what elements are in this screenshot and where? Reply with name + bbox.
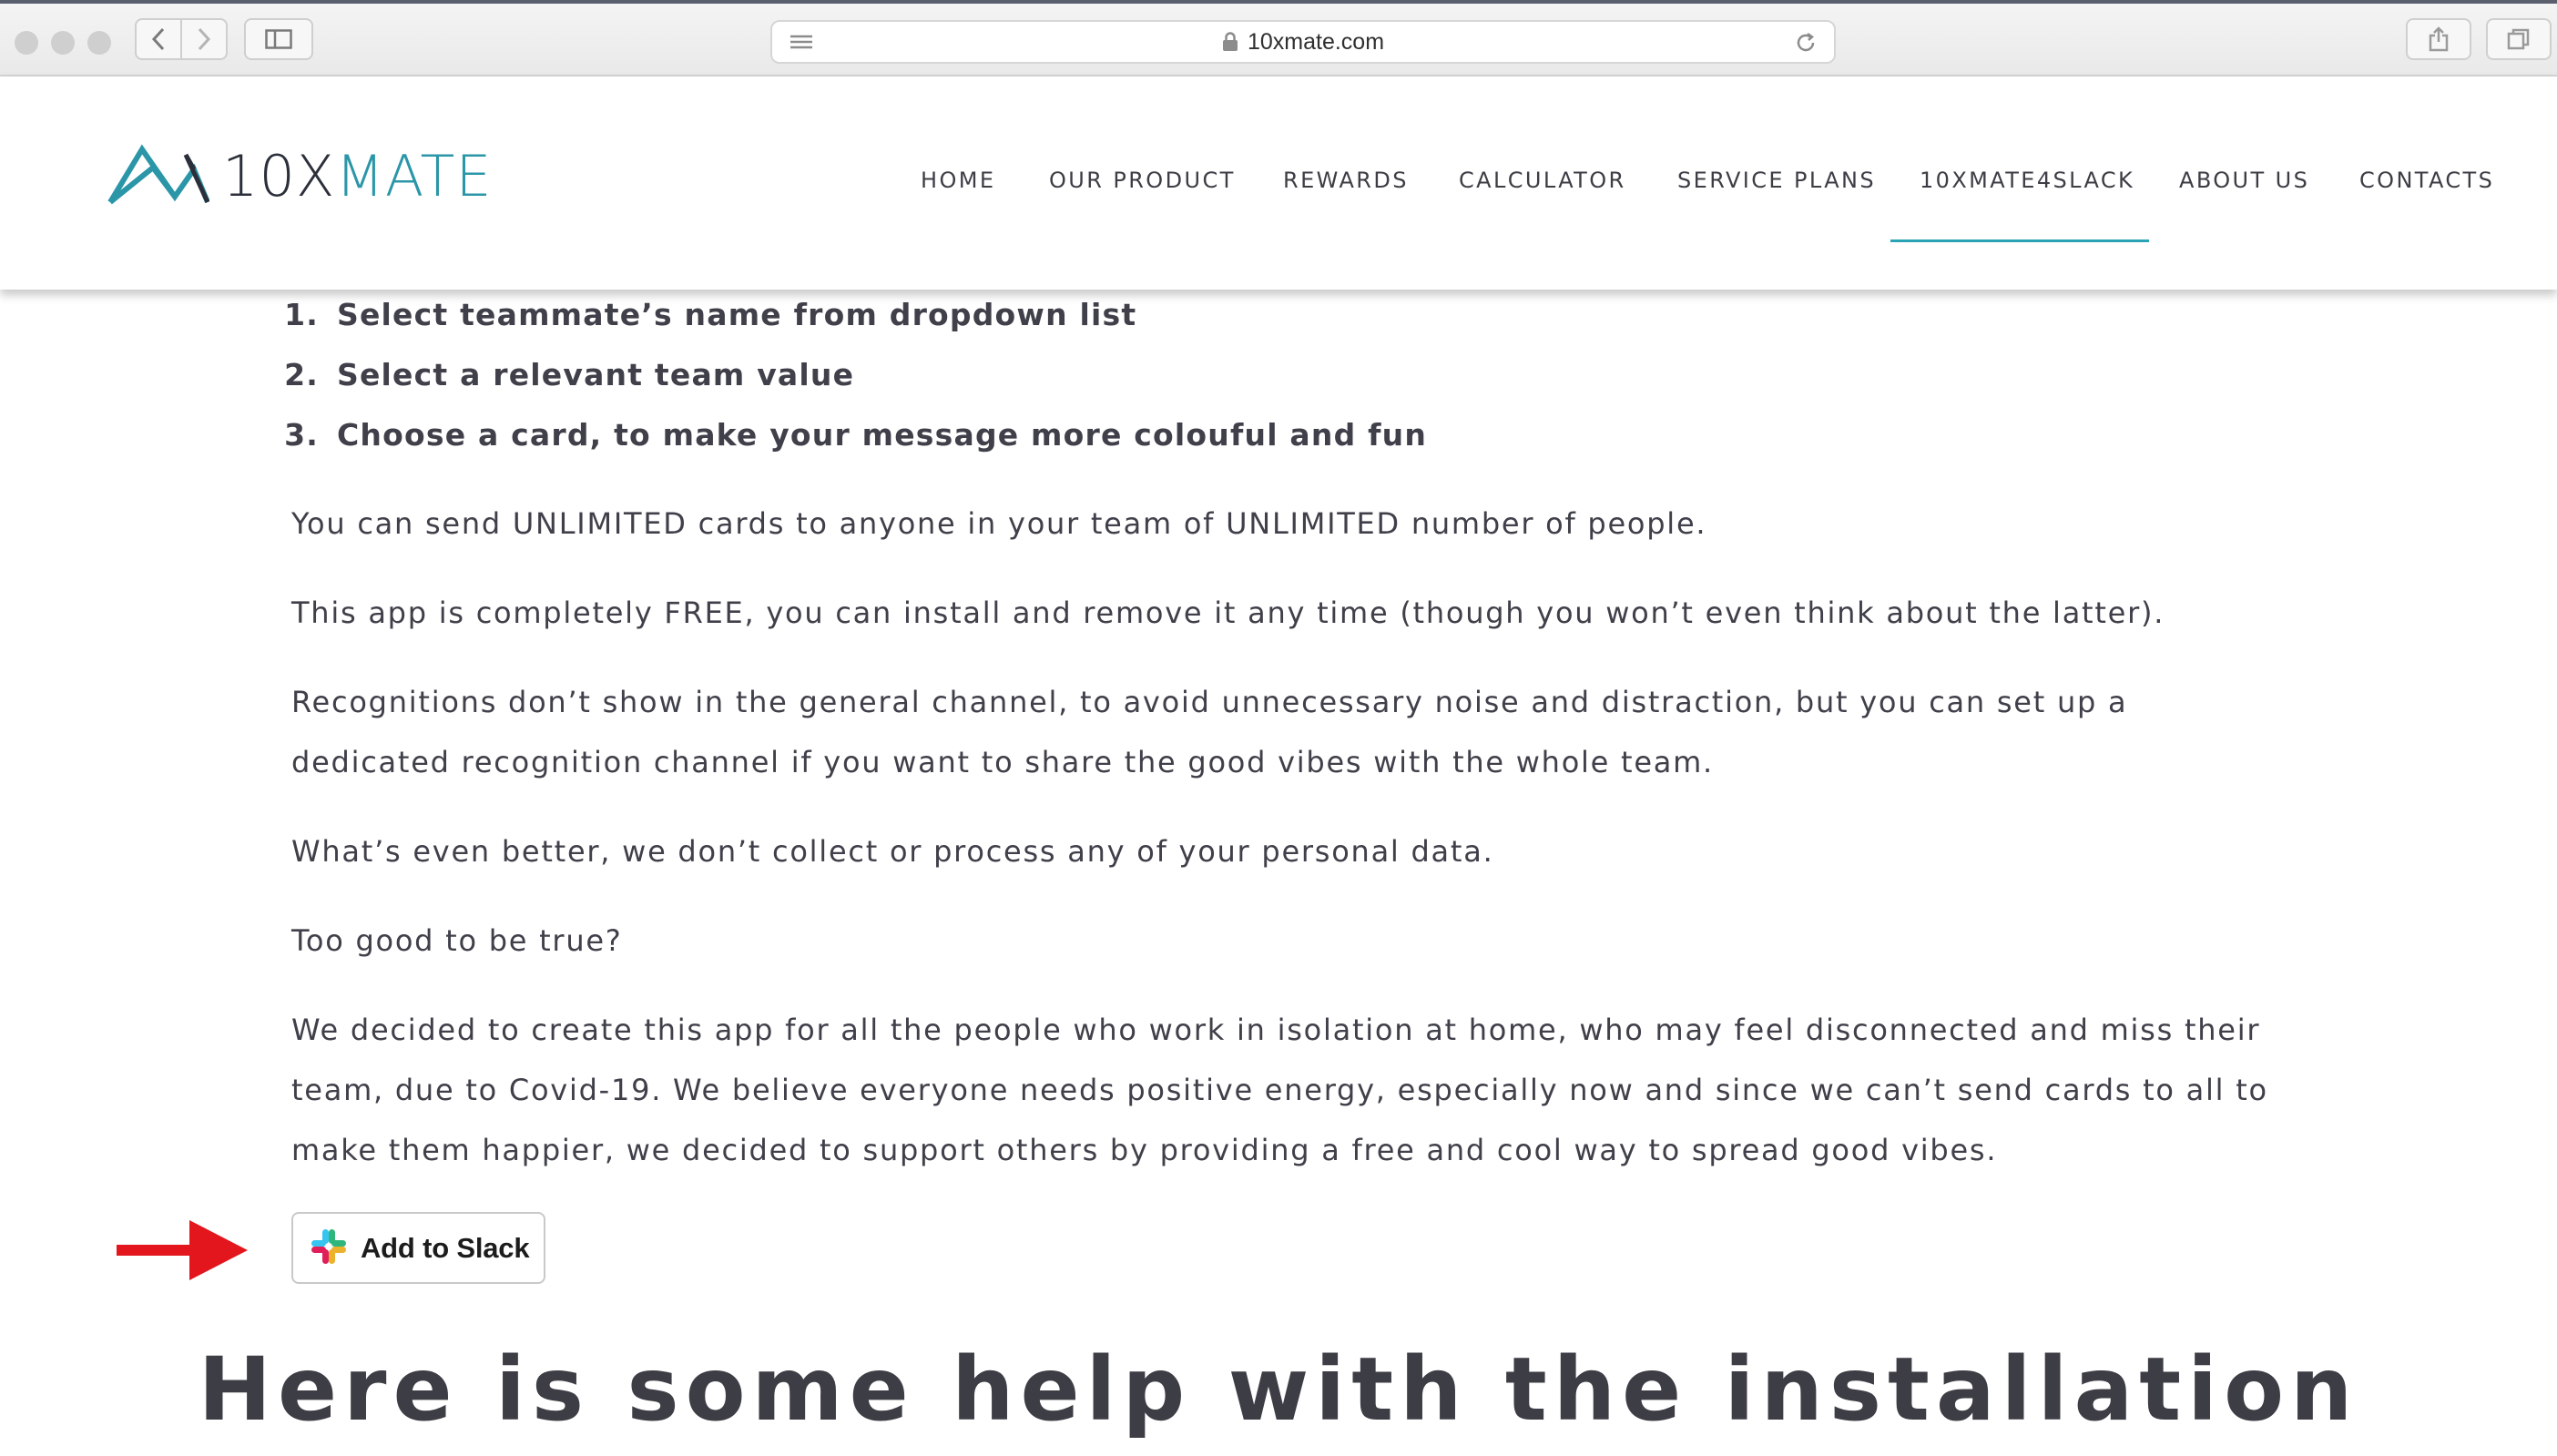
sidebar-button[interactable] bbox=[244, 18, 313, 60]
installation-help-heading: Here is some help with the installation bbox=[198, 1339, 2359, 1441]
address-bar[interactable]: 10xmate.com bbox=[770, 20, 1836, 64]
nav-calculator[interactable]: CALCULATOR bbox=[1459, 168, 1626, 193]
forward-button[interactable] bbox=[180, 18, 228, 60]
paragraph-too-good: Too good to be true? bbox=[291, 923, 623, 958]
share-icon bbox=[2428, 26, 2450, 52]
tabs-icon bbox=[2507, 27, 2531, 51]
step-2: 2. Select a relevant team value bbox=[284, 357, 855, 392]
add-to-slack-button[interactable]: Add to Slack bbox=[291, 1212, 545, 1284]
nav-rewards[interactable]: REWARDS bbox=[1283, 168, 1409, 193]
reload-icon[interactable] bbox=[1794, 31, 1818, 58]
paragraph-why-line-2: team, due to Covid-19. We believe everyo… bbox=[291, 1073, 2268, 1107]
share-button[interactable] bbox=[2406, 18, 2471, 60]
nav-home[interactable]: HOME bbox=[921, 168, 995, 193]
nav-10xmate4slack[interactable]: 10XMATE4SLACK bbox=[1920, 168, 2134, 193]
paragraph-why-line-3: make them happier, we decided to support… bbox=[291, 1133, 1998, 1167]
nav-contacts[interactable]: CONTACTS bbox=[2359, 168, 2494, 193]
paragraph-free-app: This app is completely FREE, you can ins… bbox=[291, 596, 2165, 630]
back-button[interactable] bbox=[135, 18, 182, 60]
logo-wordmark: 10XMATE bbox=[222, 142, 493, 209]
tabs-overview-button[interactable] bbox=[2486, 18, 2552, 60]
add-to-slack-label: Add to Slack bbox=[361, 1231, 530, 1264]
browser-toolbar: 10xmate.com bbox=[0, 4, 2557, 76]
nav-our-product[interactable]: OUR PRODUCT bbox=[1049, 168, 1236, 193]
close-window-button[interactable] bbox=[15, 31, 38, 55]
chevron-right-icon bbox=[197, 27, 211, 51]
paragraph-unlimited-cards: You can send UNLIMITED cards to anyone i… bbox=[291, 506, 1707, 541]
lock-icon bbox=[1222, 32, 1238, 52]
red-arrow-icon bbox=[117, 1218, 248, 1286]
paragraph-recognitions-line-1: Recognitions don’t show in the general c… bbox=[291, 685, 2128, 719]
paragraph-recognitions-line-2: dedicated recognition channel if you wan… bbox=[291, 745, 1714, 779]
minimize-window-button[interactable] bbox=[51, 31, 75, 55]
site-header: 10XMATE HOME OUR PRODUCT REWARDS CALCULA… bbox=[0, 76, 2557, 290]
sidebar-icon bbox=[265, 29, 292, 49]
slack-logo-icon bbox=[310, 1227, 348, 1269]
active-nav-indicator bbox=[1890, 239, 2149, 242]
nav-about-us[interactable]: ABOUT US bbox=[2179, 168, 2309, 193]
zoom-window-button[interactable] bbox=[87, 31, 111, 55]
paragraph-why-line-1: We decided to create this app for all th… bbox=[291, 1013, 2261, 1047]
nav-service-plans[interactable]: SERVICE PLANS bbox=[1677, 168, 1876, 193]
step-3: 3. Choose a card, to make your message mo… bbox=[284, 417, 1428, 453]
mountain-logo-icon bbox=[107, 142, 210, 209]
step-1: 1. Select teammate’s name from dropdown l… bbox=[284, 297, 1137, 332]
chevron-left-icon bbox=[151, 27, 166, 51]
url-text: 10xmate.com bbox=[1247, 28, 1385, 55]
paragraph-personal-data: What’s even better, we don’t collect or … bbox=[291, 834, 1494, 869]
site-logo[interactable]: 10XMATE bbox=[107, 142, 493, 209]
